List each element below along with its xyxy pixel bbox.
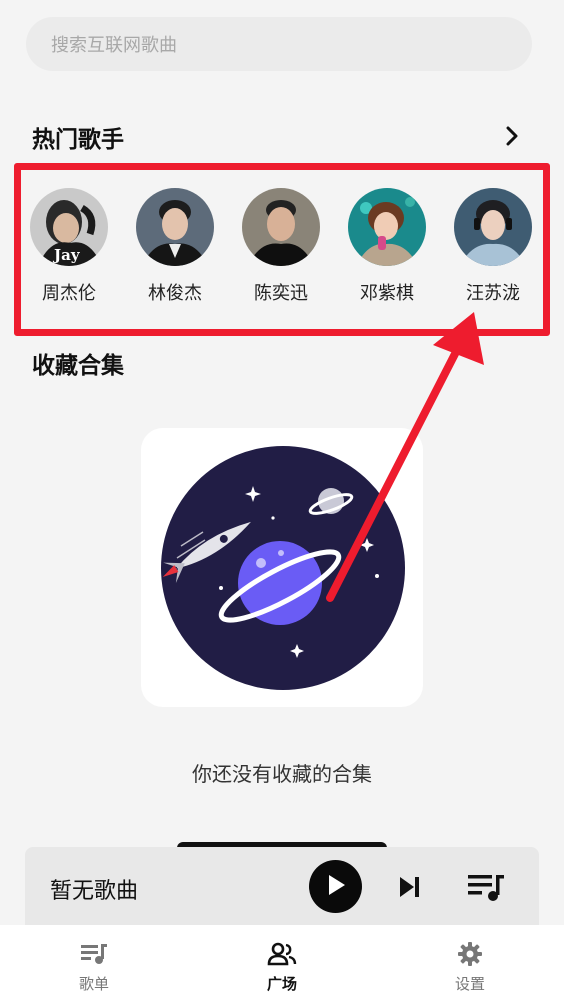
chevron-right-icon[interactable] (498, 122, 526, 150)
now-playing-title: 暂无歌曲 (50, 879, 139, 904)
tab-settings[interactable]: 设置 (376, 925, 564, 1004)
gear-icon (455, 941, 485, 967)
playlist-icon (79, 941, 109, 967)
play-button[interactable] (309, 860, 362, 913)
search-input[interactable]: 搜索互联网歌曲 (26, 17, 532, 71)
bottom-tab-bar: 歌单 广场 设置 (0, 925, 564, 1004)
hot-singers-title: 热门歌手 (32, 127, 124, 153)
search-placeholder: 搜索互联网歌曲 (51, 35, 177, 56)
skip-next-icon (395, 877, 425, 906)
tab-square[interactable]: 广场 (188, 925, 376, 1004)
play-icon (325, 873, 347, 901)
tab-label: 设置 (454, 975, 485, 993)
annotation-highlight-box (14, 163, 550, 336)
tab-playlist[interactable]: 歌单 (0, 925, 188, 1004)
queue-music-icon (466, 875, 506, 907)
tab-label: 歌单 (78, 975, 109, 993)
queue-button[interactable] (466, 871, 506, 903)
skip-next-button[interactable] (395, 872, 425, 902)
empty-favorites-text: 你还没有收藏的合集 (192, 762, 372, 786)
tab-label: 广场 (266, 975, 297, 993)
mini-player[interactable]: 暂无歌曲 (25, 847, 539, 925)
people-icon (267, 941, 297, 967)
empty-favorites-illustration (141, 428, 423, 707)
favorites-title: 收藏合集 (32, 353, 124, 379)
